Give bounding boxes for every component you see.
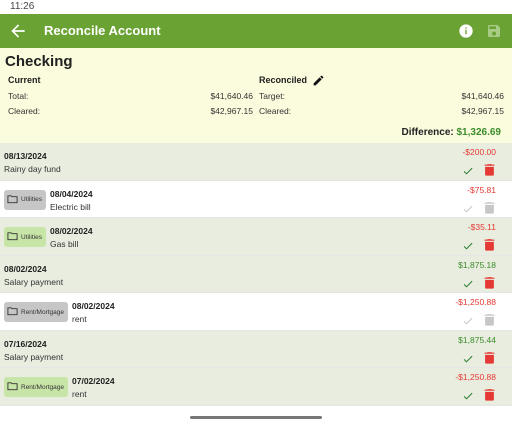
- target-value: $41,640.46: [461, 91, 504, 101]
- transaction-amount: -$35.11: [467, 222, 496, 232]
- folder-icon: [7, 381, 21, 393]
- save-icon[interactable]: [486, 23, 502, 39]
- transaction-date: 08/13/2024: [4, 151, 47, 161]
- transaction-amount: $1,875.44: [458, 334, 496, 345]
- back-arrow-icon[interactable]: [8, 21, 28, 41]
- reconcile-summary: Checking Current Reconciled Total: $41,6…: [0, 48, 512, 143]
- transaction-date: 07/16/2024: [4, 338, 47, 349]
- transaction-row[interactable]: Utilities 08/02/2024 Gas bill -$35.11: [0, 218, 512, 256]
- transaction-row[interactable]: Utilities 08/04/2024 Electric bill -$75.81: [0, 180, 512, 218]
- status-bar: 11:26: [0, 0, 512, 14]
- page-title: Reconcile Account: [44, 23, 161, 38]
- gesture-bar: [190, 416, 322, 419]
- transaction-date: 07/02/2024: [72, 376, 115, 386]
- transaction-row[interactable]: Rent/Mortgage 07/02/2024 rent -$1,250.88: [0, 368, 512, 406]
- transaction-date: 08/02/2024: [72, 301, 115, 311]
- folder-icon: [7, 231, 21, 243]
- target-label: Target:: [259, 91, 285, 101]
- transaction-row[interactable]: 08/13/2024 Rainy day fund -$200.00: [0, 143, 512, 181]
- cleared-label: Cleared:: [8, 106, 41, 116]
- check-icon[interactable]: [462, 352, 474, 364]
- check-icon[interactable]: [462, 164, 474, 176]
- current-header: Current: [8, 75, 41, 85]
- difference-label: Difference:: [401, 127, 454, 138]
- category-chip[interactable]: Utilities: [4, 227, 46, 247]
- edit-pencil-icon[interactable]: [312, 74, 325, 87]
- folder-icon: [7, 194, 21, 206]
- transaction-row[interactable]: 07/16/2024 Salary payment $1,875.44: [0, 330, 512, 368]
- transaction-description: Electric bill: [50, 201, 91, 212]
- category-chip[interactable]: Rent/Mortgage: [4, 302, 68, 322]
- difference: Difference: $1,326.69: [401, 127, 501, 138]
- category-chip[interactable]: Utilities: [4, 189, 46, 210]
- transaction-description: Rainy day fund: [4, 164, 61, 174]
- transaction-amount: -$200.00: [462, 147, 496, 157]
- transaction-row[interactable]: 08/02/2024 Salary payment $1,875.18: [0, 255, 512, 293]
- transaction-row[interactable]: Rent/Mortgage 08/02/2024 rent -$1,250.88: [0, 293, 512, 331]
- check-icon[interactable]: [462, 314, 474, 326]
- category-label: Rent/Mortgage: [21, 308, 64, 316]
- reconciled-cleared-label: Cleared:: [259, 106, 292, 116]
- delete-icon[interactable]: [484, 388, 495, 401]
- transaction-description: Gas bill: [50, 239, 79, 249]
- check-icon[interactable]: [462, 389, 474, 401]
- delete-icon[interactable]: [484, 238, 495, 251]
- folder-icon: [7, 306, 21, 318]
- category-label: Utilities: [21, 233, 42, 241]
- transaction-amount: $1,875.18: [458, 259, 496, 270]
- transaction-list: 08/13/2024 Rainy day fund -$200.00 Utilitie…: [0, 143, 512, 406]
- difference-value: $1,326.69: [456, 127, 502, 138]
- delete-icon[interactable]: [484, 313, 495, 326]
- check-icon[interactable]: [462, 277, 474, 289]
- delete-icon[interactable]: [484, 276, 495, 289]
- total-value: $41,640.46: [210, 91, 253, 101]
- reconciled-cleared-value: $42,967.15: [461, 106, 504, 116]
- transaction-amount: -$75.81: [467, 184, 496, 195]
- category-label: Utilities: [21, 196, 42, 203]
- delete-icon[interactable]: [484, 163, 495, 176]
- total-label: Total:: [8, 91, 29, 101]
- check-icon[interactable]: [462, 239, 474, 251]
- transaction-amount: -$1,250.88: [455, 372, 496, 382]
- transaction-date: 08/04/2024: [50, 188, 93, 199]
- category-chip[interactable]: Rent/Mortgage: [4, 377, 68, 397]
- transaction-amount: -$1,250.88: [455, 297, 496, 307]
- app-bar: Reconcile Account: [0, 14, 512, 48]
- delete-icon[interactable]: [484, 351, 495, 364]
- cleared-value: $42,967.15: [210, 106, 253, 116]
- category-label: Rent/Mortgage: [21, 383, 64, 391]
- check-icon[interactable]: [462, 202, 474, 214]
- transaction-date: 08/02/2024: [4, 263, 47, 274]
- delete-icon[interactable]: [484, 201, 495, 214]
- status-time: 11:26: [10, 1, 35, 12]
- transaction-description: Salary payment: [4, 351, 64, 362]
- info-icon[interactable]: [458, 23, 474, 39]
- transaction-description: Salary payment: [4, 276, 64, 287]
- account-name: Checking: [5, 53, 73, 70]
- reconciled-header: Reconciled: [259, 75, 308, 85]
- transaction-description: rent: [72, 389, 87, 399]
- transaction-date: 08/02/2024: [50, 226, 93, 236]
- transaction-description: rent: [72, 314, 87, 324]
